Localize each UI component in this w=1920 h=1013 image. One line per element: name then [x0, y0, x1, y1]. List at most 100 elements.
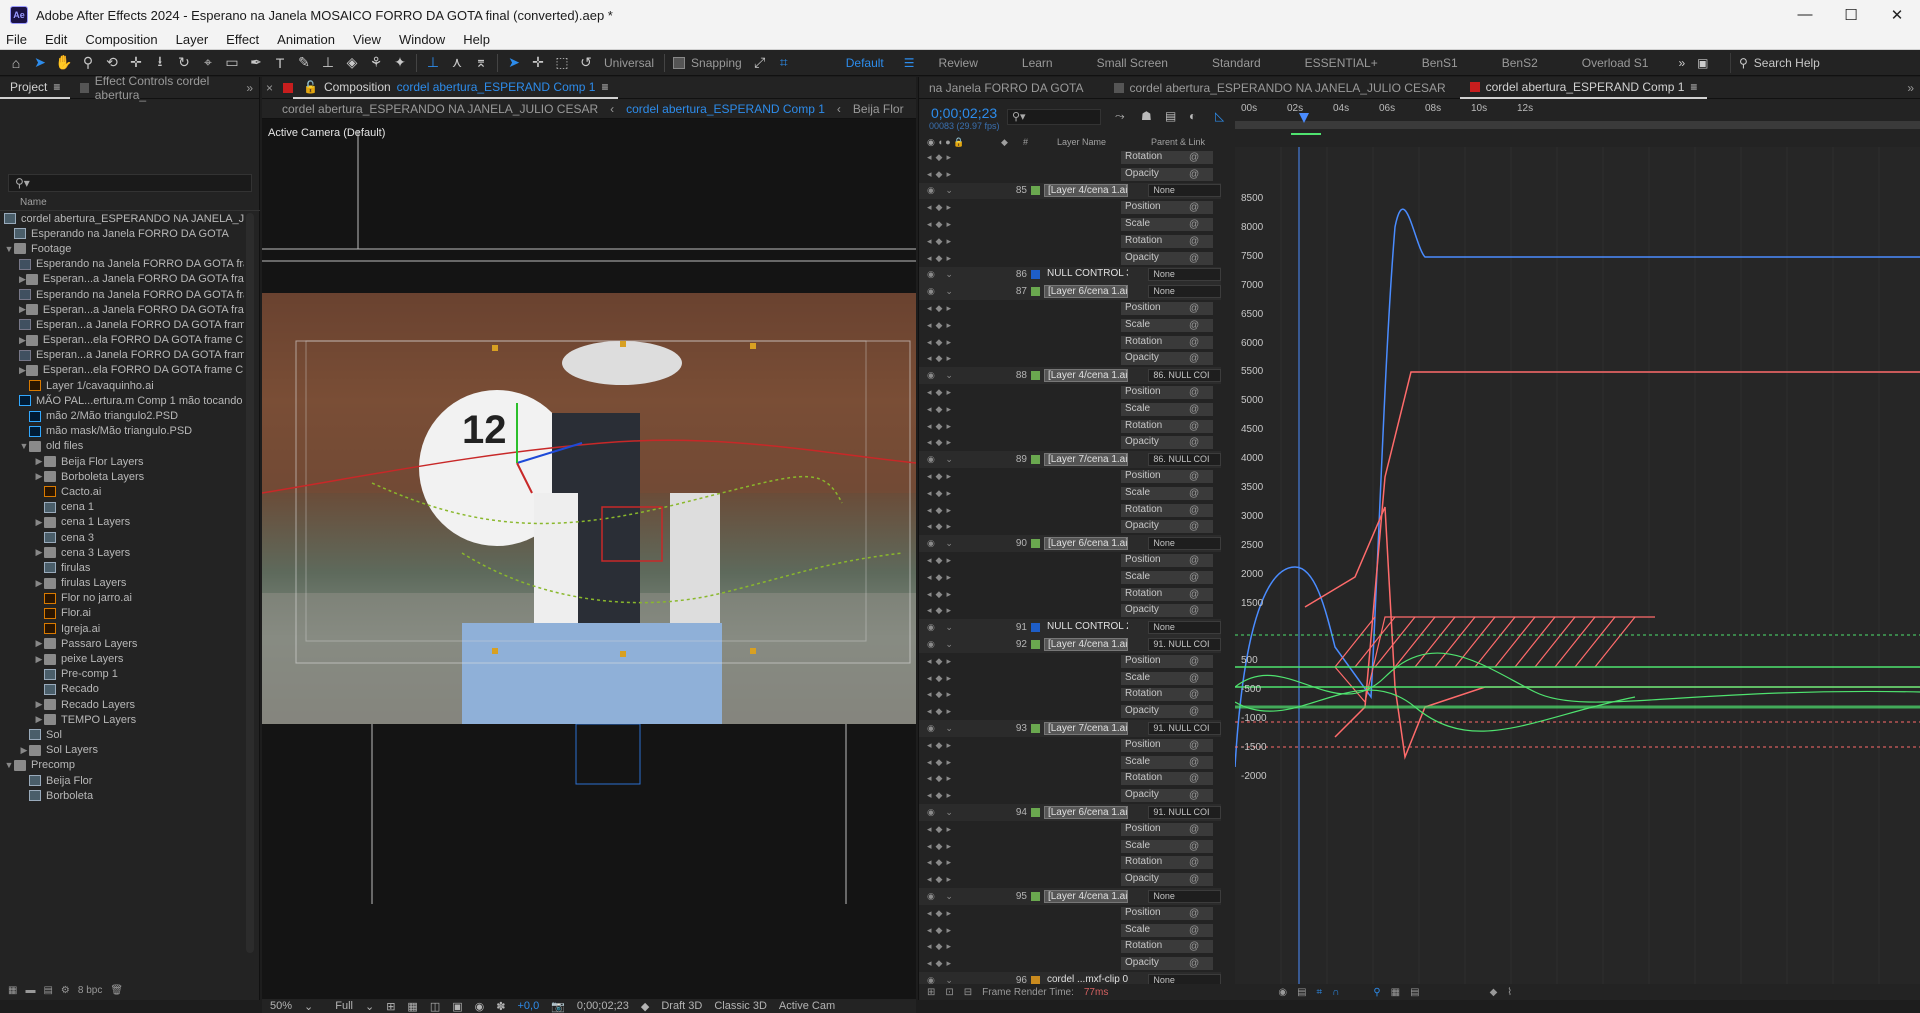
keyframe-navigator-icon[interactable]: ◂◆▸	[919, 253, 1009, 264]
pick-whip-icon[interactable]: @	[1189, 236, 1199, 247]
menu-edit[interactable]: Edit	[36, 32, 76, 47]
layer-name[interactable]: [Layer 4/cena 1.ai]	[1043, 184, 1129, 198]
home-icon[interactable]: ⌂	[4, 52, 28, 74]
keyframe-navigator-icon[interactable]: ◂◆▸	[919, 353, 1009, 364]
property-row[interactable]: ◂◆▸ Position @	[919, 821, 1221, 838]
keyframe-navigator-icon[interactable]: ◂◆▸	[919, 471, 1009, 482]
motion-blur-icon[interactable]: ◐	[1189, 109, 1196, 123]
workspace-learn[interactable]: Learn	[1022, 56, 1097, 70]
hand-tool-icon[interactable]: ✋	[52, 52, 76, 74]
pick-whip-icon[interactable]: @	[1189, 303, 1199, 314]
project-item[interactable]: mão mask/Mão triangulo.PSD	[0, 424, 244, 439]
workspace-essential-plus[interactable]: ESSENTIAL+	[1305, 56, 1422, 70]
layer-row[interactable]: ◉ ⌄ 91 NULL CONTROL 2 None	[919, 619, 1221, 637]
snap-options-icon[interactable]: ⤢	[748, 52, 772, 74]
twirl-icon[interactable]: ▼	[4, 760, 14, 770]
pick-whip-icon[interactable]: @	[1189, 521, 1199, 532]
transparency-grid-icon[interactable]: ▦	[407, 1000, 417, 1013]
visibility-icon[interactable]: ◉ ⌄	[919, 622, 1007, 633]
project-item[interactable]: ▶ Borboleta Layers	[0, 469, 244, 484]
pick-whip-icon[interactable]: @	[1189, 941, 1199, 952]
property-row[interactable]: ◂◆▸ Scale @	[919, 670, 1221, 687]
keyframe-navigator-icon[interactable]: ◂◆▸	[919, 740, 1009, 751]
property-row[interactable]: ◂◆▸ Opacity @	[919, 703, 1221, 720]
twirl-icon[interactable]: ▼	[19, 441, 29, 451]
active-camera-dropdown[interactable]: Active Cam	[779, 1000, 835, 1012]
tab-timeline-forro[interactable]: na Janela FORRO DA GOTA	[919, 77, 1094, 99]
visibility-icon[interactable]: ◉ ⌄	[919, 286, 1007, 297]
keyframe-navigator-icon[interactable]: ◂◆▸	[919, 908, 1009, 919]
pick-whip-icon[interactable]: @	[1189, 958, 1199, 969]
composition-mini-flowchart-icon[interactable]: ⤳	[1115, 109, 1125, 124]
property-row[interactable]: ◂◆▸ Opacity @	[919, 351, 1221, 368]
label-color[interactable]	[1030, 539, 1040, 549]
timeline-search-input[interactable]: ⚲▾	[1007, 109, 1101, 125]
layer-row[interactable]: ◉ ⌄ 88 [Layer 4/cena 1.ai] 86. NULL COI	[919, 367, 1221, 385]
project-item[interactable]: ▶ cena 1 Layers	[0, 515, 244, 530]
menu-animation[interactable]: Animation	[268, 32, 344, 47]
pick-whip-icon[interactable]: @	[1189, 572, 1199, 583]
pick-whip-icon[interactable]: @	[1189, 353, 1199, 364]
property-row[interactable]: ◂◆▸ Rotation @	[919, 233, 1221, 250]
label-color[interactable]	[1030, 455, 1040, 465]
roto-tool-icon[interactable]: ⚘	[364, 52, 388, 74]
snap-graph-icon[interactable]: ⌗	[1317, 987, 1323, 998]
fit-selection-icon[interactable]: ⚲	[1373, 987, 1380, 998]
property-row[interactable]: ◂◆▸ Scale @	[919, 754, 1221, 771]
layer-row[interactable]: ◉ ⌄ 89 [Layer 7/cena 1.ai] 86. NULL COI	[919, 451, 1221, 469]
puppet-tool-icon[interactable]: ✦	[388, 52, 412, 74]
label-color[interactable]	[1030, 287, 1040, 297]
project-item[interactable]: Esperan...a Janela FORRO DA GOTA frame C…	[0, 348, 244, 363]
project-item[interactable]: Flor no jarro.ai	[0, 591, 244, 606]
new-comp-icon[interactable]: ▤	[43, 985, 52, 996]
property-row[interactable]: ◂◆▸ Position @	[919, 199, 1221, 216]
project-item[interactable]: ▶ Esperan...a Janela FORRO DA GOTA frame …	[0, 302, 244, 317]
menu-help[interactable]: Help	[454, 32, 499, 47]
project-item[interactable]: ▶ peixe Layers	[0, 651, 244, 666]
toggle-in-out-icon[interactable]: ⊟	[964, 987, 972, 998]
property-row[interactable]: ◂◆▸ Scale @	[919, 922, 1221, 939]
keyframe-navigator-icon[interactable]: ◂◆▸	[919, 605, 1009, 616]
graph-editor[interactable]: 8500 8000 7500 7000 6500 6000 5500 5000 4500 4000…	[1235, 147, 1920, 985]
pick-whip-icon[interactable]: @	[1189, 219, 1199, 230]
pick-whip-icon[interactable]: @	[1189, 689, 1199, 700]
pick-whip-icon[interactable]: @	[1189, 421, 1199, 432]
project-item[interactable]: Layer 1/cavaquinho.ai	[0, 378, 244, 393]
keyframe-navigator-icon[interactable]: ◂◆▸	[919, 824, 1009, 835]
pick-whip-icon[interactable]: @	[1189, 824, 1199, 835]
layer-name[interactable]: NULL CONTROL 2	[1044, 621, 1128, 634]
property-row[interactable]: ◂◆▸ Opacity @	[919, 250, 1221, 267]
property-row[interactable]: ◂◆▸ Position @	[919, 300, 1221, 317]
menu-window[interactable]: Window	[390, 32, 454, 47]
bpc-label[interactable]: 8 bpc	[78, 985, 102, 996]
parent-dropdown[interactable]: 91. NULL COI	[1148, 638, 1221, 651]
keyframe-navigator-icon[interactable]: ◂◆▸	[919, 337, 1009, 348]
project-item[interactable]: Esperan...a Janela FORRO DA GOTA frame C…	[0, 317, 244, 332]
keyframe-navigator-icon[interactable]: ◂◆▸	[919, 656, 1009, 667]
visibility-icon[interactable]: ◉ ⌄	[919, 891, 1007, 902]
layer-row[interactable]: ◉ ⌄ 92 [Layer 4/cena 1.ai] 91. NULL COI	[919, 636, 1221, 653]
color-management-icon[interactable]: ✽	[496, 1000, 505, 1013]
keyframe-navigator-icon[interactable]: ◂◆▸	[919, 706, 1009, 717]
frame-blending-icon[interactable]: ▤	[1165, 109, 1176, 123]
interpret-footage-icon[interactable]: ▦	[8, 985, 17, 996]
property-row[interactable]: ◂◆▸ Rotation @	[919, 687, 1221, 704]
trash-icon[interactable]: 🗑	[110, 985, 123, 996]
menu-layer[interactable]: Layer	[167, 32, 218, 47]
pick-whip-icon[interactable]: @	[1189, 337, 1199, 348]
pan-tool-icon[interactable]: ✛	[124, 52, 148, 74]
dolly-tool-icon[interactable]: ⭳	[148, 52, 172, 74]
visibility-icon[interactable]: ◉ ⌄	[919, 723, 1007, 734]
label-color[interactable]	[1030, 807, 1040, 817]
magnet-icon[interactable]: ∩	[1332, 987, 1339, 998]
layer-row[interactable]: ◉ ⌄ 86 NULL CONTROL 3 None	[919, 266, 1221, 284]
pick-whip-icon[interactable]: @	[1189, 874, 1199, 885]
project-item[interactable]: Beija Flor	[0, 773, 244, 788]
tab-timeline-comp1[interactable]: cordel abertura_ESPERAND Comp 1 ≡	[1459, 77, 1708, 99]
layer-name[interactable]: [Layer 6/cena 1.ai]	[1043, 805, 1129, 819]
twirl-icon[interactable]: ▶	[34, 714, 44, 725]
keyframe-navigator-icon[interactable]: ◂◆▸	[919, 219, 1009, 230]
parent-dropdown[interactable]: 91. NULL COI	[1148, 805, 1221, 819]
twirl-icon[interactable]: ▶	[34, 638, 44, 649]
keyframe-navigator-icon[interactable]: ◂◆▸	[919, 236, 1009, 247]
